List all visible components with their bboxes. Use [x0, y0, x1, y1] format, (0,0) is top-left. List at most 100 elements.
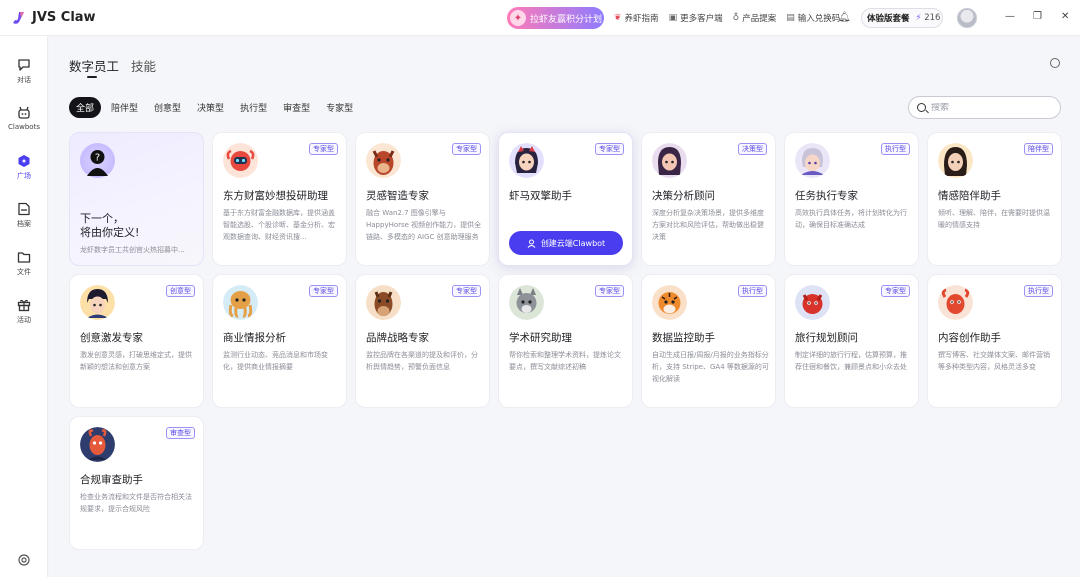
guide-link-label: 养虾指南 — [624, 14, 659, 24]
card-desc: 融合 Wan2.7 图像引擎与 HappyHorse 视频创作能力，提供全链路、… — [366, 209, 482, 241]
shrimp-avatar-icon — [80, 427, 115, 462]
sidebar: 对话 Clawbots 广场 档案 文件 活动 — [0, 36, 48, 577]
shrimp-icon: ❦ — [614, 13, 622, 23]
gift-icon — [17, 299, 31, 312]
type-badge: 决策型 — [738, 143, 767, 155]
user-avatar[interactable] — [957, 8, 977, 28]
employee-card[interactable]: 创意型 创意激发专家 激发创意灵感，打破思维定式，提供新颖的想法和创意方案 — [69, 274, 204, 408]
employee-card[interactable]: 专家型 旅行规划顾问 制定详细的旅行行程，估算预算，推荐住宿和餐饮，兼顾景点和小… — [784, 274, 919, 408]
bolt-icon: ⚡︎ — [915, 13, 922, 23]
type-badge: 专家型 — [309, 285, 338, 297]
proposal-link-label: 产品提案 — [742, 14, 777, 24]
employee-card[interactable]: 专家型 商业情报分析 监测行业动态、竞品消息和市场变化，提供商业情报摘要 — [212, 274, 347, 408]
card-title: 品牌战略专家 — [366, 332, 429, 344]
sidebar-item-activity[interactable]: 活动 — [0, 298, 48, 325]
refresh-icon[interactable] — [1050, 58, 1060, 68]
card-title: 决策分析顾问 — [652, 190, 715, 202]
type-badge: 专家型 — [452, 143, 481, 155]
employee-card[interactable]: 审查型 合规审查助手 检查业务流程和文件是否符合相关法规要求，提示合规风险 — [69, 416, 204, 550]
type-badge: 执行型 — [881, 143, 910, 155]
bulb-icon: ♁ — [732, 13, 740, 23]
employee-card[interactable]: 专家型 灵感智造专家 融合 Wan2.7 图像引擎与 HappyHorse 视频… — [355, 132, 490, 266]
employee-card[interactable]: 决策型 决策分析顾问 深度分析复杂决策场景，提供多维度方案对比和风险评估，帮助做… — [641, 132, 776, 266]
card-desc: 撰写博客、社交媒体文案、邮件营销等多种类型内容，风格灵活多变 — [938, 351, 1050, 371]
restore-icon[interactable]: ❐ — [1033, 11, 1042, 22]
filter-companion[interactable]: 陪伴型 — [105, 97, 144, 118]
sidebar-item-files[interactable]: 文件 — [0, 250, 48, 277]
type-badge: 专家型 — [452, 285, 481, 297]
card-desc: 监测行业动态、竞品消息和市场变化，提供商业情报摘要 — [223, 351, 328, 371]
folder-icon — [17, 252, 31, 263]
employee-card[interactable]: 专家型 学术研究助理 帮你检索和整理学术资料，提炼论文要点，撰写文献综述初稿 — [498, 274, 633, 408]
custom-title-line2: 将由你定义! — [80, 226, 140, 239]
tiger-avatar-icon — [652, 285, 687, 320]
minimize-icon[interactable]: — — [1005, 11, 1015, 22]
search-box[interactable] — [908, 96, 1061, 119]
search-icon — [917, 103, 926, 112]
invite-promo-button[interactable]: ✦ 拉虾友赢积分计划 — [507, 7, 604, 29]
sidebar-label-plaza: 广场 — [17, 172, 31, 180]
sidebar-label-chat: 对话 — [17, 76, 31, 84]
type-badge: 执行型 — [1024, 285, 1053, 297]
horse-avatar-icon — [366, 143, 401, 178]
sidebar-item-archive[interactable]: 档案 — [0, 202, 48, 229]
filter-review[interactable]: 审查型 — [277, 97, 316, 118]
employee-card[interactable]: 陪伴型 情感陪伴助手 倾听、理解、陪伴，在需要时提供温暖的情感支持 — [927, 132, 1062, 266]
girl-avatar-icon — [509, 143, 544, 178]
proposal-link[interactable]: ♁ 产品提案 — [733, 12, 777, 24]
tab-skills[interactable]: 技能 — [131, 56, 156, 75]
custom-card-title: 下一个， 将由你定义! — [80, 212, 139, 240]
type-badge: 专家型 — [595, 143, 624, 155]
brown-horse-avatar-icon — [366, 285, 401, 320]
sidebar-item-clawbots[interactable]: Clawbots — [0, 106, 48, 131]
card-desc: 激发创意灵感，打破思维定式，提供新颖的想法和创意方案 — [80, 351, 192, 371]
tab-digital-employees[interactable]: 数字员工 — [69, 56, 119, 78]
clients-link[interactable]: ▣ 更多客户端 — [669, 12, 723, 24]
guide-link[interactable]: ❦ 养虾指南 — [614, 12, 659, 24]
user-icon — [527, 239, 536, 248]
chat-icon — [18, 59, 30, 71]
plaza-icon — [18, 155, 30, 167]
search-input[interactable] — [931, 102, 1051, 113]
employee-card[interactable]: 执行型 内容创作助手 撰写博客、社交媒体文案、邮件营销等多种类型内容，风格灵活多… — [927, 274, 1062, 408]
promo-label: 拉虾友赢积分计划 — [530, 14, 603, 25]
card-title: 合规审查助手 — [80, 474, 143, 486]
top-bar: JVS Claw ✦ 拉虾友赢积分计划 ❦ 养虾指南 ▣ 更多客户端 ♁ 产品提… — [0, 0, 1080, 36]
type-badge: 专家型 — [309, 143, 338, 155]
settings-gear-icon[interactable] — [17, 553, 31, 567]
filter-all[interactable]: 全部 — [69, 97, 102, 118]
sidebar-item-plaza[interactable]: 广场 — [0, 154, 48, 181]
employee-card[interactable]: 专家型 东方财富妙想投研助理 基于东方财富金融数据库，提供涵盖智能选股、个股诊断… — [212, 132, 347, 266]
card-title: 数据监控助手 — [652, 332, 715, 344]
card-desc: 制定详细的旅行行程，估算预算，推荐住宿和餐饮，兼顾景点和小众去处 — [795, 351, 907, 371]
bell-icon[interactable]: 🔔︎ — [838, 12, 851, 23]
card-desc: 帮你检索和整理学术资料，提炼论文要点，撰写文献综述初稿 — [509, 351, 621, 371]
type-badge: 执行型 — [738, 285, 767, 297]
filter-decision[interactable]: 决策型 — [191, 97, 230, 118]
employee-card[interactable]: 执行型 数据监控助手 自动生成日报/周报/月报的业务指标分析，支持 Stripe… — [641, 274, 776, 408]
archive-icon — [18, 202, 30, 216]
app-name: JVS Claw — [32, 10, 96, 25]
wolf-avatar-icon — [509, 285, 544, 320]
custom-employee-card[interactable]: ? 下一个， 将由你定义! 龙虾数字员工共创官火热招募中... — [69, 132, 204, 266]
card-title: 学术研究助理 — [509, 332, 572, 344]
create-button-label: 创建云端Clawbot — [540, 238, 606, 248]
employee-card[interactable]: 专家型 品牌战略专家 监控品牌在各渠道的提及和评价，分析舆情趋势，预警负面信息 — [355, 274, 490, 408]
filter-execution[interactable]: 执行型 — [234, 97, 273, 118]
redeem-link-label: 输入兑换码 — [797, 14, 841, 24]
type-badge: 创意型 — [166, 285, 195, 297]
plan-badge[interactable]: 体验版套餐 ⚡︎ 216 — [861, 8, 943, 28]
create-cloud-clawbot-button[interactable]: 创建云端Clawbot — [509, 231, 623, 255]
sidebar-item-chat[interactable]: 对话 — [0, 58, 48, 85]
close-icon[interactable]: ✕ — [1061, 11, 1069, 22]
filter-expert[interactable]: 专家型 — [320, 97, 359, 118]
top-links: ❦ 养虾指南 ▣ 更多客户端 ♁ 产品提案 ▤ 输入兑换码 — [614, 0, 840, 36]
redeem-link[interactable]: ▤ 输入兑换码 — [786, 12, 840, 24]
type-badge: 审查型 — [166, 427, 195, 439]
employee-card-hovered[interactable]: 专家型 虾马双擎助手 创建云端Clawbot — [498, 132, 633, 266]
filter-creative[interactable]: 创意型 — [148, 97, 187, 118]
employee-card[interactable]: 执行型 任务执行专家 高效执行具体任务，将计划转化为行动，确保目标准确达成 — [784, 132, 919, 266]
page-tabs: 数字员工 技能 — [69, 56, 156, 78]
card-title: 创意激发专家 — [80, 332, 143, 344]
ticket-icon: ▤ — [786, 13, 795, 23]
